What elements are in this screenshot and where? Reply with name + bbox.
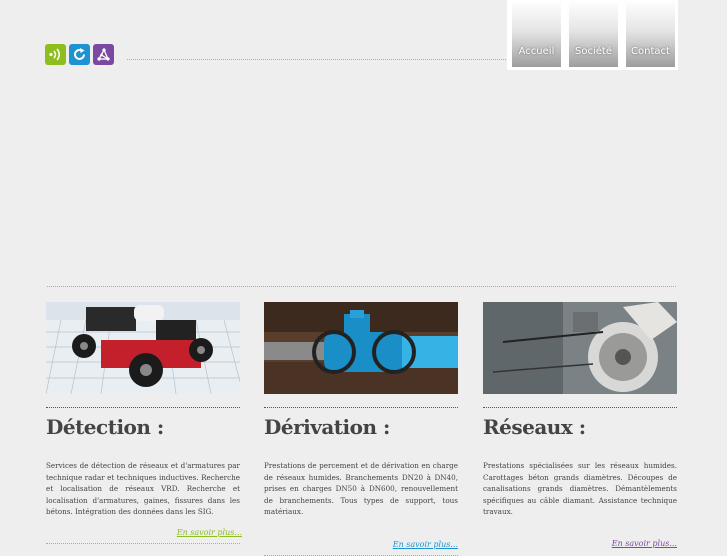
column-bottom-divider	[46, 542, 240, 544]
nav-label: Contact	[631, 46, 670, 57]
column-divider	[46, 407, 240, 408]
column-title: Détection :	[46, 415, 164, 439]
header-divider	[127, 59, 512, 60]
column-text: Prestations spécialisées sur les réseaux…	[483, 461, 677, 517]
refresh-icon[interactable]	[69, 44, 90, 65]
nav-contact[interactable]: Contact	[626, 0, 675, 67]
column-reseaux: Réseaux : Prestations spécialisées sur l…	[483, 302, 677, 548]
derivation-photo	[264, 302, 458, 394]
section-divider	[47, 286, 676, 287]
more-link-detection[interactable]: En savoir plus...	[46, 528, 242, 537]
column-detection: Détection : Services de détection de rés…	[46, 302, 242, 544]
nav-accueil[interactable]: Accueil	[512, 0, 561, 67]
main-nav: Accueil Société Contact	[507, 0, 678, 70]
detection-photo	[46, 302, 240, 394]
column-text: Prestations de percement et de dérivatio…	[264, 461, 458, 517]
column-text: Services de détection de réseaux et d'ar…	[46, 461, 240, 517]
column-title: Dérivation :	[264, 415, 390, 439]
more-link-reseaux[interactable]: En savoir plus...	[483, 539, 677, 548]
nav-societe[interactable]: Société	[569, 0, 618, 67]
wave-icon[interactable]	[45, 44, 66, 65]
column-title: Réseaux :	[483, 415, 586, 439]
column-divider	[483, 407, 677, 408]
network-icon[interactable]	[93, 44, 114, 65]
column-divider	[264, 407, 458, 408]
nav-label: Accueil	[518, 46, 555, 57]
reseaux-photo	[483, 302, 677, 394]
column-derivation: Dérivation : Prestations de percement et…	[264, 302, 458, 556]
more-link-derivation[interactable]: En savoir plus...	[264, 540, 458, 549]
nav-label: Société	[575, 46, 612, 57]
logo-icons	[45, 44, 114, 65]
